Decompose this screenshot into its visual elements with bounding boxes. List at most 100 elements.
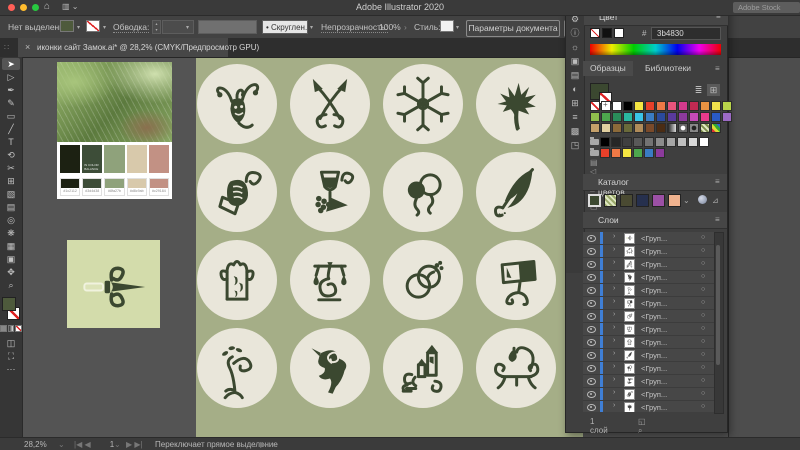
stroke-weight-dropdown[interactable] (162, 20, 194, 34)
layer-label[interactable]: <Груп... (641, 247, 667, 256)
swatch[interactable] (655, 137, 665, 147)
swatch[interactable] (634, 101, 644, 111)
visibility-eye-icon[interactable] (587, 352, 596, 359)
swatch[interactable] (645, 101, 655, 111)
swatch[interactable] (689, 101, 699, 111)
expand-chevron-icon[interactable]: › (613, 311, 615, 318)
layer-thumbnail[interactable] (624, 362, 635, 374)
color-guide-swatch[interactable] (620, 194, 633, 207)
layer-row[interactable]: › <Груп... ○ (583, 258, 714, 271)
artboard-tool[interactable]: ▣ (2, 253, 20, 265)
swatch[interactable] (677, 137, 687, 147)
sphere-icon[interactable]: ◐ (566, 82, 584, 96)
target-circle-icon[interactable]: ○ (701, 273, 705, 280)
icon-circle-jester[interactable] (197, 64, 277, 144)
align-icon[interactable]: ≡ (566, 110, 584, 124)
edit-colors-icon[interactable]: ⊿ (712, 196, 719, 205)
fill-stroke-indicator[interactable] (2, 297, 20, 321)
globe-icon[interactable] (698, 195, 707, 204)
icon-circle-lamp-bench[interactable] (476, 328, 556, 408)
tab-libraries[interactable]: Библиотеки (638, 61, 698, 76)
line-segment-tool[interactable]: ╱ (2, 123, 20, 135)
hand-tool[interactable]: ✥ (2, 266, 20, 278)
fill-color-swatch[interactable] (60, 20, 74, 32)
selection-tool[interactable]: ➤ (2, 58, 20, 70)
zoom-level[interactable]: 28,2% (24, 440, 47, 449)
color-black-swatch[interactable] (602, 28, 612, 38)
swatch[interactable] (700, 112, 710, 122)
expand-chevron-icon[interactable]: › (613, 337, 615, 344)
swatch[interactable] (601, 123, 611, 133)
target-circle-icon[interactable]: ○ (701, 299, 705, 306)
visibility-eye-icon[interactable] (587, 391, 596, 398)
layer-thumbnail[interactable] (624, 258, 635, 270)
swatch[interactable] (590, 101, 600, 111)
main-artboard[interactable] (196, 58, 583, 437)
icon-circle-crossed-swords[interactable] (290, 64, 370, 144)
status-back-icon[interactable]: ‹ (272, 440, 275, 449)
layer-label[interactable]: <Груп... (641, 377, 667, 386)
layer-thumbnail[interactable] (624, 271, 635, 283)
shape-builder-tool[interactable]: ▧ (2, 188, 20, 200)
info-icon[interactable]: ⓘ (566, 26, 584, 40)
layer-row[interactable]: › <Груп... ○ (583, 349, 714, 362)
visibility-eye-icon[interactable] (587, 326, 596, 333)
swatch[interactable] (700, 123, 710, 133)
swatch[interactable] (688, 137, 698, 147)
target-circle-icon[interactable]: ○ (701, 312, 705, 319)
icon-circle-feather-quill[interactable] (476, 152, 556, 232)
visibility-eye-icon[interactable] (587, 274, 596, 281)
swatch[interactable] (601, 100, 611, 111)
expand-chevron-icon[interactable]: › (613, 272, 615, 279)
layer-thumbnail[interactable] (624, 388, 635, 400)
swatches-panel-menu-icon[interactable]: ≡ (715, 64, 720, 73)
target-circle-icon[interactable]: ○ (701, 338, 705, 345)
swatch-folder-icon[interactable] (590, 148, 599, 156)
swatch[interactable] (666, 137, 676, 147)
type-tool[interactable]: T (2, 136, 20, 148)
swatch[interactable] (634, 112, 644, 122)
tab-close-icon[interactable]: × (25, 42, 30, 52)
layer-label[interactable]: <Груп... (641, 286, 667, 295)
visibility-eye-icon[interactable] (587, 261, 596, 268)
expand-chevron-icon[interactable]: › (613, 324, 615, 331)
first-page-icon[interactable]: |◀ ◀ (74, 440, 91, 449)
target-circle-icon[interactable]: ○ (701, 377, 705, 384)
brush-chevron-icon[interactable]: ▾ (310, 24, 313, 31)
swatch[interactable] (600, 148, 610, 158)
perspective-grid-tool[interactable]: ⊞ (2, 175, 20, 187)
layer-label[interactable]: <Груп... (641, 234, 667, 243)
direct-selection-tool[interactable]: ▷ (2, 71, 20, 83)
color-none-swatch[interactable] (590, 28, 600, 38)
color-guide-swatch[interactable] (588, 194, 601, 207)
layer-label[interactable]: <Груп... (641, 364, 667, 373)
layer-label[interactable]: <Груп... (641, 338, 667, 347)
icon-circle-throne[interactable] (197, 240, 277, 320)
visibility-eye-icon[interactable] (587, 404, 596, 411)
curvature-tool[interactable]: ✎ (2, 97, 20, 109)
swatch[interactable] (612, 112, 622, 122)
icon-circle-balloons[interactable] (383, 152, 463, 232)
swatch[interactable] (711, 101, 721, 111)
icon-circle-ornate-tree[interactable] (197, 328, 277, 408)
visibility-eye-icon[interactable] (587, 378, 596, 385)
artboards-icon[interactable]: ▣ (566, 54, 584, 68)
appearance-icon[interactable]: ☼ (566, 40, 584, 54)
layer-row[interactable]: › <Груп... ○ (583, 375, 714, 388)
swatch[interactable] (711, 112, 721, 122)
swatch[interactable] (678, 101, 688, 111)
swatch[interactable] (600, 137, 610, 147)
visibility-eye-icon[interactable] (587, 235, 596, 242)
color-button[interactable] (0, 325, 7, 332)
draw-mode-icon[interactable]: ◫ (2, 337, 20, 349)
layer-label[interactable]: <Груп... (641, 390, 667, 399)
color-guide-chevron-icon[interactable]: ⌄ (683, 196, 690, 205)
swatch[interactable] (623, 112, 633, 122)
swatch[interactable] (699, 137, 709, 147)
swatch-folder-icon[interactable] (590, 137, 599, 145)
swatch[interactable] (689, 123, 699, 133)
layer-thumbnail[interactable] (624, 232, 635, 244)
symbol-sprayer-tool[interactable]: ❋ (2, 227, 20, 239)
target-circle-icon[interactable]: ○ (701, 286, 705, 293)
layer-thumbnail[interactable] (624, 336, 635, 348)
